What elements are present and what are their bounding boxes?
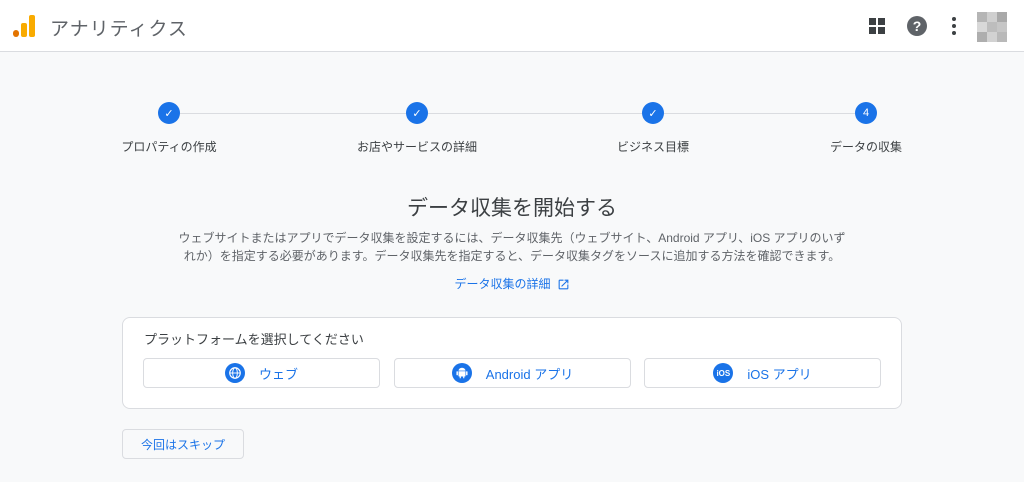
web-platform-label: ウェブ — [258, 366, 298, 382]
web-platform-button[interactable]: ウェブ — [143, 358, 380, 388]
avatar-tile — [987, 12, 997, 22]
platform-card-title: プラットフォームを選択してください — [144, 332, 364, 347]
more-vert-icon[interactable] — [942, 14, 966, 38]
step-4-number: 4 — [855, 102, 877, 124]
page-title: データ収集を開始する — [407, 197, 617, 220]
step-label-business-details: お店やサービスの詳細 — [356, 140, 478, 154]
svg-text:?: ? — [913, 18, 922, 34]
step-1-check-icon: ✓ — [158, 102, 180, 124]
open-in-new-icon — [558, 279, 568, 290]
avatar-tile — [987, 22, 997, 32]
step-connector — [664, 113, 856, 114]
setup-stepper: ✓ ✓ ✓ 4 プロパティの作成 お店やサービスの詳細 ビジネス目標 データの収… — [0, 100, 1024, 160]
avatar-tile — [997, 22, 1007, 32]
step-label-property: プロパティの作成 — [121, 140, 217, 154]
avatar[interactable] — [977, 12, 1007, 42]
step-2-check-icon: ✓ — [406, 102, 428, 124]
page-description: ウェブサイトまたはアプリでデータ収集を設定するには、データ収集先（ウェブサイト、… — [170, 229, 854, 265]
step-3-check-icon: ✓ — [642, 102, 664, 124]
step-connector — [180, 113, 407, 114]
skip-button[interactable]: 今回はスキップ — [122, 429, 244, 459]
analytics-logo-icon[interactable] — [12, 14, 36, 38]
android-icon — [451, 363, 472, 383]
step-label-data-collection: データの収集 — [829, 140, 903, 154]
ios-icon: iOS — [713, 363, 734, 383]
avatar-tile — [997, 32, 1007, 42]
app-title: アナリティクス — [50, 19, 188, 40]
android-platform-label: Android アプリ — [485, 366, 574, 382]
avatar-tile — [977, 12, 987, 22]
ios-platform-label: iOS アプリ — [747, 366, 812, 382]
avatar-tile — [997, 12, 1007, 22]
ios-platform-button[interactable]: iOS iOS アプリ — [644, 358, 881, 388]
learn-more-link[interactable]: データ収集の詳細 — [0, 275, 1024, 292]
step-label-business-objectives: ビジネス目標 — [616, 140, 690, 154]
help-icon[interactable]: ? — [905, 14, 929, 38]
apps-grid-icon[interactable] — [865, 14, 889, 38]
description-line: れか）を指定する必要があります。データ収集先を指定すると、データ収集タグをソース… — [183, 249, 841, 263]
avatar-tile — [987, 32, 997, 42]
avatar-tile — [977, 22, 987, 32]
globe-icon — [224, 363, 245, 383]
learn-more-label: データ収集の詳細 — [454, 277, 551, 291]
step-connector — [428, 113, 643, 114]
android-platform-button[interactable]: Android アプリ — [394, 358, 631, 388]
platform-selection-card: プラットフォームを選択してください ウェブ Android アプリ iOS iO… — [122, 317, 902, 409]
top-app-bar: アナリティクス ? — [0, 0, 1024, 52]
description-line: ウェブサイトまたはアプリでデータ収集を設定するには、データ収集先（ウェブサイト、… — [178, 231, 846, 245]
avatar-tile — [977, 32, 987, 42]
